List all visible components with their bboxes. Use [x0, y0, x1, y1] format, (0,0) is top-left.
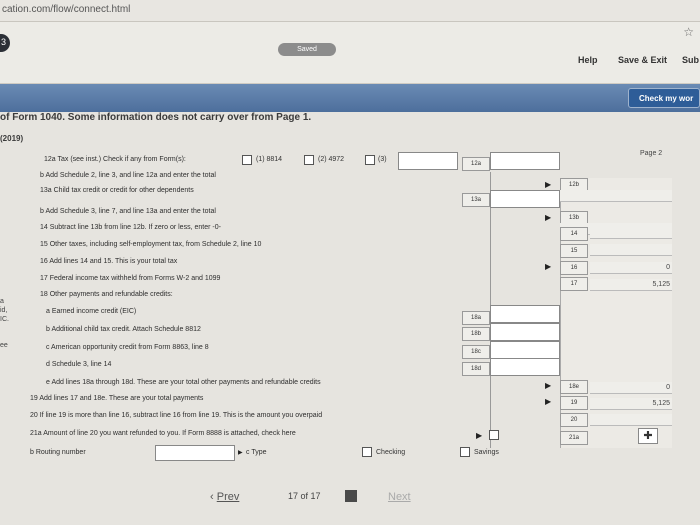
line-21b-label: b Routing number: [30, 449, 86, 456]
line-code: 20: [560, 413, 588, 427]
line-17-label: 17 Federal income tax withheld from Form…: [40, 275, 221, 282]
checking-checkbox[interactable]: [362, 447, 372, 457]
left-note: ee: [0, 342, 8, 349]
line-12a-label: 12a Tax (see inst.) Check if any from Fo…: [44, 156, 186, 163]
line-18e-label: e Add lines 18a through 18d. These are y…: [46, 379, 321, 386]
line-15-label: 15 Other taxes, including self-employmen…: [40, 241, 262, 248]
next-button[interactable]: Next: [388, 491, 411, 503]
line-code: 18e: [560, 380, 588, 394]
line-code: 15: [560, 244, 588, 258]
line-13a-input[interactable]: [490, 190, 560, 208]
bookmark-star-icon[interactable]: ☆: [683, 25, 694, 39]
line-17-amount: 5,125: [590, 279, 672, 291]
page-indicator: 17 of 17: [288, 491, 321, 501]
page-label: Page 2: [640, 150, 663, 157]
line-12b-label: b Add Schedule 2, line 3, and line 12a a…: [40, 172, 216, 179]
checking-label: Checking: [376, 449, 406, 456]
line-code: 19: [560, 396, 588, 410]
line-13a-label: 13a Child tax credit or credit for other…: [40, 187, 194, 194]
line-18a-label: a Earned income credit (EIC): [46, 308, 137, 315]
line-18a-input[interactable]: [490, 305, 560, 323]
arrow-icon: ▶: [238, 450, 243, 456]
saved-badge: Saved: [278, 43, 336, 56]
form-4972-checkbox[interactable]: [304, 155, 314, 165]
form-other-label: (3): [378, 156, 387, 163]
form-notice: of Form 1040. Some information does not …: [0, 112, 312, 123]
arrow-icon: ▶: [545, 381, 552, 390]
line-12b-amount: [560, 190, 672, 202]
form-8814-checkbox[interactable]: [242, 155, 252, 165]
form-year: (2019): [0, 134, 24, 143]
line-20-amount: [590, 414, 672, 426]
line-code: 12a: [462, 157, 490, 171]
savings-label: Savings: [474, 449, 499, 456]
line-12a-input[interactable]: [490, 152, 560, 170]
routing-number-input[interactable]: [155, 445, 235, 461]
line-20-label: 20 If line 19 is more than line 16, subt…: [30, 412, 323, 419]
line-18c-input[interactable]: [490, 341, 560, 359]
form-8814-label: (1) 8814: [256, 156, 283, 163]
line-18d-input[interactable]: [490, 358, 560, 376]
arrow-icon: ▶: [545, 180, 552, 189]
line-18c-label: c American opportunity credit from Form …: [46, 344, 209, 351]
line-14-amount: [590, 227, 672, 239]
line-code: 16: [560, 261, 588, 275]
arrow-icon: ▶: [545, 397, 552, 406]
line-19-label: 19 Add lines 17 and 18e. These are your …: [30, 395, 204, 402]
arrow-icon: ▶: [545, 262, 552, 271]
form-8888-checkbox[interactable]: [489, 430, 499, 440]
arrow-icon: ▶: [476, 431, 483, 440]
account-type-label: c Type: [246, 449, 267, 456]
line-19-amount: 5,125: [590, 398, 672, 410]
line-18d-label: d Schedule 3, line 14: [46, 361, 112, 368]
line-code: 18c: [462, 345, 490, 359]
submit-button[interactable]: Sub: [682, 55, 699, 65]
line-14-label: 14 Subtract line 13b from line 12b. If z…: [40, 224, 221, 231]
line-18b-input[interactable]: [490, 323, 560, 341]
line-code: 17: [560, 277, 588, 291]
line-code: 18d: [462, 362, 490, 376]
line-18b-label: b Additional child tax credit. Attach Sc…: [46, 326, 201, 333]
app-header: [0, 22, 700, 84]
chevron-left-icon: ‹: [210, 491, 217, 503]
save-exit-button[interactable]: Save & Exit: [618, 55, 667, 65]
arrow-icon: ▶: [545, 213, 552, 222]
line-code: 21a: [560, 431, 588, 445]
savings-checkbox[interactable]: [460, 447, 470, 457]
grid-icon[interactable]: [345, 490, 357, 502]
left-note: id,: [0, 307, 8, 314]
action-bar: [0, 84, 700, 112]
line-21a-label: 21a Amount of line 20 you want refunded …: [30, 430, 296, 437]
address-bar[interactable]: cation.com/flow/connect.html: [0, 0, 700, 22]
line-18e-amount: 0: [590, 382, 672, 394]
line-code: 13a: [462, 193, 490, 207]
line-18-label: 18 Other payments and refundable credits…: [40, 291, 173, 298]
help-button[interactable]: Help: [578, 55, 598, 65]
add-icon[interactable]: ✚: [638, 428, 658, 444]
line-16-label: 16 Add lines 14 and 15. This is your tot…: [40, 258, 178, 265]
line-code: 18b: [462, 327, 490, 341]
line-13b-label: b Add Schedule 3, line 7, and line 13a a…: [40, 208, 216, 215]
line-code: 18a: [462, 311, 490, 325]
form-other-checkbox[interactable]: [365, 155, 375, 165]
form-4972-label: (2) 4972: [318, 156, 345, 163]
line-16-amount: 0: [590, 262, 672, 274]
line-15-amount: [590, 244, 672, 256]
left-note: a: [0, 298, 4, 305]
line-code: 14: [560, 227, 588, 241]
prev-label: Prev: [216, 491, 240, 503]
check-my-work-button[interactable]: Check my wor: [628, 88, 700, 108]
form-other-input[interactable]: [398, 152, 458, 170]
prev-button[interactable]: ‹ Prev: [210, 491, 239, 503]
left-note: IC.: [0, 316, 9, 323]
